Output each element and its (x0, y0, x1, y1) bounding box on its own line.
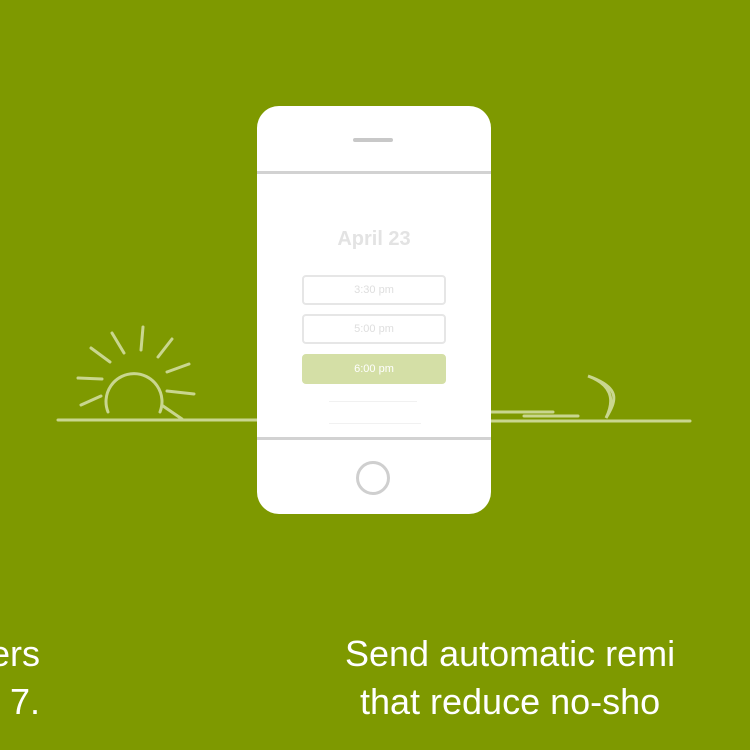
caption-left: ers 7. (0, 630, 40, 726)
time-slot-button[interactable]: 3:30 pm (302, 275, 446, 305)
phone-mockup: April 23 3:30 pm 5:00 pm 6:00 pm (257, 106, 491, 514)
ground-shapes (489, 410, 580, 418)
phone-speaker (353, 138, 393, 142)
slide: April 23 3:30 pm 5:00 pm 6:00 pm ers 7. … (0, 0, 750, 750)
placeholder-line (329, 401, 417, 402)
phone-top-divider (257, 171, 491, 174)
caption-left-line-2: 7. (9, 681, 40, 722)
caption-left-line-1: ers (0, 633, 40, 674)
selected-time-slot-button[interactable]: 6:00 pm (302, 354, 446, 384)
caption-right-line-2: that reduce no-sho (359, 681, 661, 722)
moon-icon (587, 374, 616, 419)
phone-bottom-divider (257, 437, 491, 440)
phone-home-button (356, 461, 390, 495)
appointment-date: April 23 (337, 228, 411, 250)
caption-right: Send automatic remi that reduce no-sho (345, 630, 675, 726)
sun-icon (76, 325, 196, 421)
placeholder-line (329, 423, 421, 424)
caption-right-line-1: Send automatic remi (345, 633, 676, 674)
time-slot-button[interactable]: 5:00 pm (302, 314, 446, 344)
